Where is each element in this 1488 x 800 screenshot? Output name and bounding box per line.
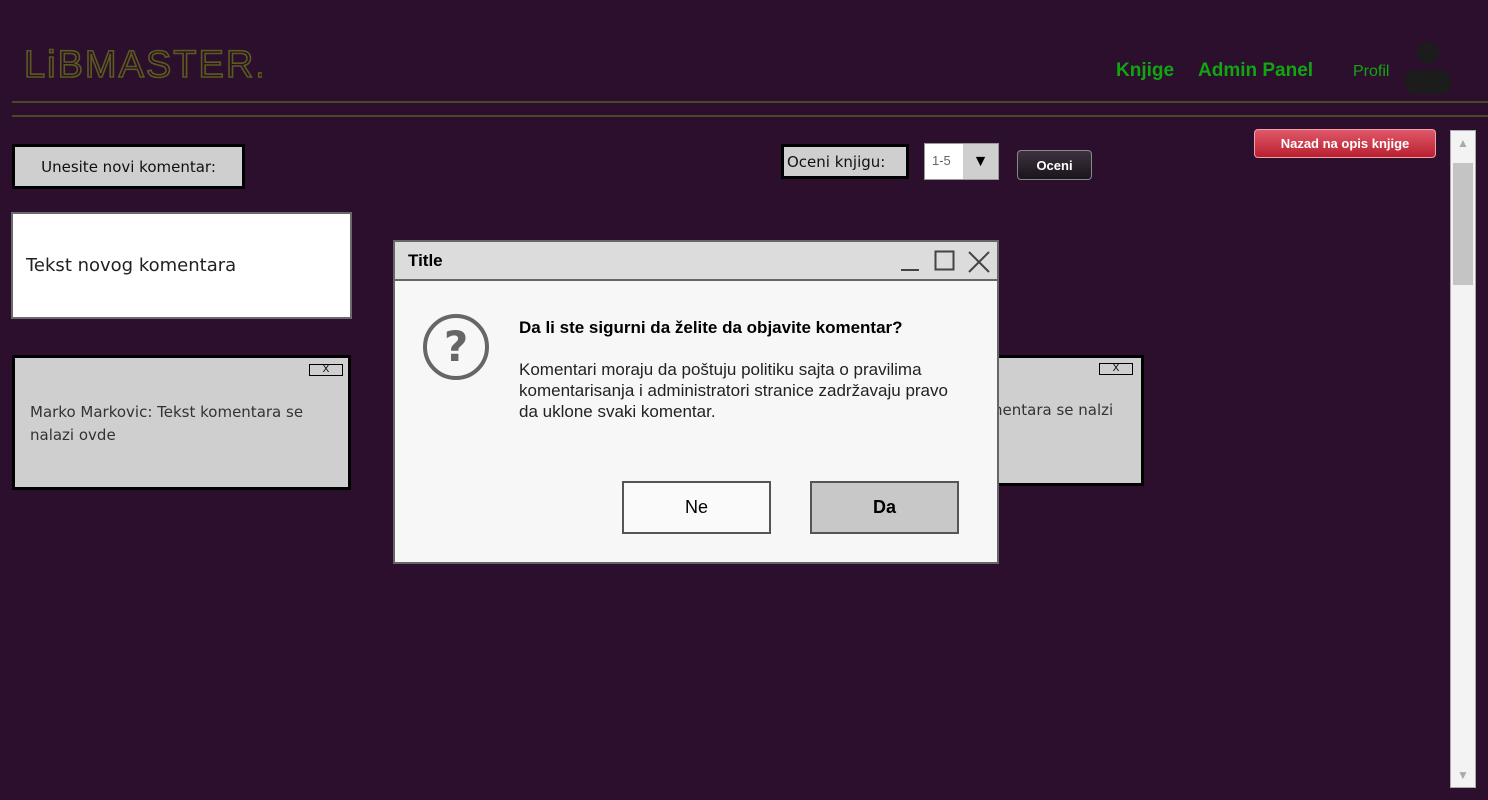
user-avatar-icon[interactable] <box>1403 40 1453 96</box>
dropdown-arrow-icon[interactable]: ▼ <box>963 144 998 179</box>
comment-delete-button[interactable]: X <box>1099 363 1133 375</box>
comment-text: nentara se nalzi <box>993 401 1114 419</box>
comment-text: Marko Markovic: Tekst komentara se nalaz… <box>30 403 304 444</box>
logo-text: LiBMASTER. <box>24 44 262 86</box>
comment-card: Marko Markovic: Tekst komentara se nalaz… <box>12 355 351 490</box>
close-icon[interactable] <box>967 250 991 274</box>
rating-select[interactable]: 1-5 ▼ <box>924 143 999 180</box>
minimize-icon[interactable] <box>900 250 920 272</box>
nav-admin-panel-link[interactable]: Admin Panel <box>1198 60 1313 82</box>
comment-delete-button[interactable]: X <box>309 364 343 376</box>
dialog-cancel-button[interactable]: Ne <box>622 481 771 534</box>
dialog-confirm-button[interactable]: Da <box>810 481 959 534</box>
rate-submit-button[interactable]: Oceni <box>1017 150 1092 180</box>
rate-book-label: Oceni knjigu: <box>781 144 909 179</box>
svg-text:?: ? <box>444 322 468 371</box>
new-comment-input[interactable]: Tekst novog komentara <box>11 212 352 319</box>
scroll-thumb[interactable] <box>1453 163 1473 285</box>
dialog-message: Komentari moraju da poštuju politiku saj… <box>519 360 948 421</box>
confirm-dialog: Title ? Da li ste sigurni da želite da o… <box>393 240 999 564</box>
page-scrollbar[interactable]: ▲ ▼ <box>1450 130 1476 788</box>
libmaster-logo: LiBMASTER. <box>23 43 262 87</box>
scroll-up-arrow-icon[interactable]: ▲ <box>1451 131 1475 155</box>
dialog-title: Title <box>408 251 443 270</box>
scroll-down-arrow-icon[interactable]: ▼ <box>1451 763 1475 787</box>
nav-profil-link[interactable]: Profil <box>1353 63 1389 81</box>
comment-card: nentara se nalzi X <box>990 355 1144 486</box>
nav-knjige-link[interactable]: Knjige <box>1116 60 1174 82</box>
back-to-book-button[interactable]: Nazad na opis knjige <box>1254 129 1436 158</box>
rating-select-value: 1-5 <box>932 153 951 168</box>
question-icon: ? <box>423 314 489 380</box>
dialog-heading: Da li ste sigurni da želite da objavite … <box>519 318 903 337</box>
new-comment-label: Unesite novi komentar: <box>12 144 245 189</box>
maximize-icon[interactable] <box>934 250 956 272</box>
header-divider-bottom <box>12 115 1488 117</box>
dialog-titlebar: Title <box>395 242 997 281</box>
header-divider-top <box>12 101 1488 103</box>
